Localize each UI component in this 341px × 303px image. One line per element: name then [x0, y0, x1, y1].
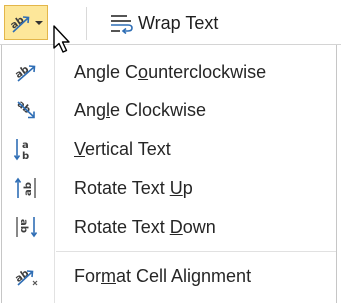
rotate-text-up-icon: ab	[14, 177, 36, 198]
menu-item-label: Format Cell Alignment	[74, 266, 252, 286]
svg-text:b: b	[22, 151, 29, 161]
menu-separator	[56, 251, 336, 252]
orientation-menu: ab Angle Counterclockwise ab Angle Clock…	[1, 45, 337, 303]
rotate-text-down-icon: ab	[16, 217, 38, 238]
text-orientation-icon: ab	[9, 15, 30, 33]
menu-item-vertical-text[interactable]: a b Vertical Text	[2, 131, 336, 167]
wrap-text-icon	[111, 15, 133, 34]
mouse-cursor-icon	[53, 25, 70, 53]
vertical-text-icon: a b	[13, 139, 29, 161]
menu-item-label: Vertical Text	[74, 139, 171, 159]
svg-text:ab: ab	[18, 219, 29, 233]
menu-item-label: Rotate Text Up	[74, 178, 193, 198]
menu-item-label: Angle Clockwise	[74, 100, 207, 120]
ribbon-separator	[86, 7, 87, 40]
access-key: o	[138, 62, 149, 82]
orientation-dropdown-button[interactable]: ab	[4, 5, 48, 40]
caret-down-icon	[35, 21, 43, 25]
format-cell-alignment-icon: ab	[13, 268, 38, 286]
menu-item-angle-counterclockwise[interactable]: ab Angle Counterclockwise	[2, 54, 336, 90]
excel-orientation-menu-screenshot: ab Wrap Text ab Angle Counterclockwise a…	[0, 0, 341, 303]
menu-item-label: Angle Counterclockwise	[74, 62, 267, 82]
menu-item-format-cell-alignment[interactable]: ab Format Cell Alignment	[2, 258, 336, 294]
access-key: D	[169, 217, 183, 237]
wrap-text-label: Wrap Text	[138, 12, 219, 33]
wrap-text-button[interactable]: Wrap Text	[110, 8, 218, 38]
svg-text:ab: ab	[23, 182, 34, 196]
svg-text:a: a	[22, 140, 29, 151]
menu-item-label: Rotate Text Down	[74, 217, 216, 237]
angle-clockwise-icon: ab	[15, 99, 35, 119]
menu-item-angle-clockwise[interactable]: ab Angle Clockwise	[2, 92, 336, 128]
menu-item-rotate-text-up[interactable]: ab Rotate Text Up	[2, 170, 336, 206]
access-key: m	[101, 266, 116, 286]
access-key: U	[169, 178, 183, 198]
angle-counterclockwise-icon: ab	[13, 64, 36, 82]
access-key: V	[74, 139, 86, 159]
menu-item-rotate-text-down[interactable]: ab Rotate Text Down	[2, 209, 336, 245]
